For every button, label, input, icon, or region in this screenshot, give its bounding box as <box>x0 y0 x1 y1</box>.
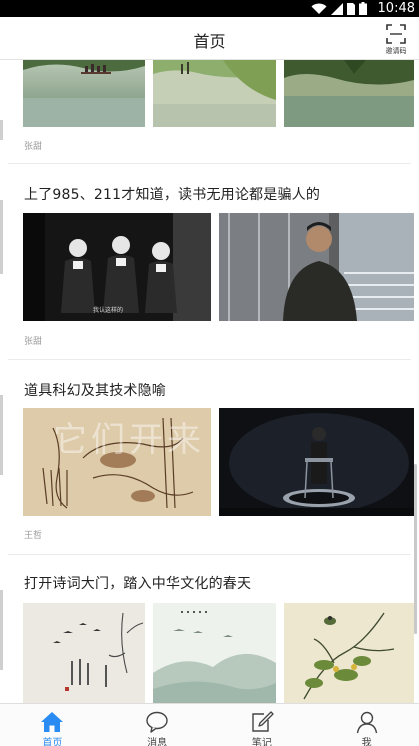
scan-frame-icon <box>386 24 406 44</box>
status-bar: 10:48 <box>0 0 419 17</box>
tab-me[interactable]: 我 <box>314 704 419 746</box>
tab-messages[interactable]: 消息 <box>105 704 210 746</box>
article-title[interactable]: 道具科幻及其技术隐喻 <box>24 380 166 400</box>
card-rail <box>0 120 3 140</box>
edit-note-icon <box>252 711 274 732</box>
card-author: 张甜 <box>24 337 43 347</box>
tab-label: 笔记 <box>251 738 272 746</box>
card-rail <box>0 590 3 670</box>
card-image-lake-3[interactable] <box>284 60 414 127</box>
cellular-signal-icon <box>331 3 343 15</box>
card-image-kids-bw[interactable]: 我认这样的 <box>23 213 211 321</box>
chat-bubble-icon <box>146 711 168 733</box>
app-header: 首页 邀请码 <box>0 17 419 60</box>
battery-icon <box>359 2 367 15</box>
card-divider <box>8 554 411 555</box>
card-image-ink-birds[interactable] <box>23 603 145 703</box>
card-image-ink-flowers[interactable] <box>284 603 414 703</box>
wifi-icon <box>311 3 327 14</box>
tab-label: 消息 <box>147 738 168 746</box>
status-time: 10:48 <box>377 1 415 16</box>
card-image-ink-landscape[interactable] <box>153 603 276 703</box>
bottom-tab-bar: 首页 消息 笔记 我 <box>0 703 419 746</box>
scan-label: 邀请码 <box>385 47 407 55</box>
tab-label: 首页 <box>42 738 63 746</box>
page-title: 首页 <box>193 32 226 51</box>
status-icons <box>311 2 367 15</box>
tab-home[interactable]: 首页 <box>0 704 105 746</box>
article-title[interactable]: 上了985、211才知道，读书无用论都是骗人的 <box>24 184 320 204</box>
card-image-man-window[interactable] <box>219 213 414 321</box>
image-overlay-text: 它们开来 <box>53 420 205 460</box>
home-icon <box>41 712 64 732</box>
tab-label: 我 <box>361 738 372 746</box>
card-divider <box>8 163 411 164</box>
feed-scrollbar[interactable] <box>414 464 417 634</box>
article-title[interactable]: 打开诗词大门，踏入中华文化的春天 <box>24 573 251 593</box>
card-image-skeleton-sketch[interactable]: 它们开来 <box>23 408 211 516</box>
card-image-lake-1[interactable] <box>23 60 145 127</box>
tab-notes[interactable]: 笔记 <box>210 704 315 746</box>
card-rail <box>0 200 3 274</box>
sim-icon <box>347 3 355 15</box>
image-caption: 我认这样的 <box>93 307 124 314</box>
scan-invite-button[interactable]: 邀请码 <box>379 21 413 57</box>
card-divider <box>8 359 411 360</box>
card-image-chair-stage[interactable] <box>219 408 414 516</box>
card-author: 张甜 <box>24 142 43 152</box>
card-author: 王哲 <box>24 531 43 541</box>
article-feed[interactable]: 张甜 上了985、211才知道，读书无用论都是骗人的 我认这样的 张甜 道具科幻… <box>0 60 419 703</box>
card-image-lake-2[interactable] <box>153 60 276 127</box>
person-icon <box>356 711 377 734</box>
card-rail <box>0 395 3 475</box>
